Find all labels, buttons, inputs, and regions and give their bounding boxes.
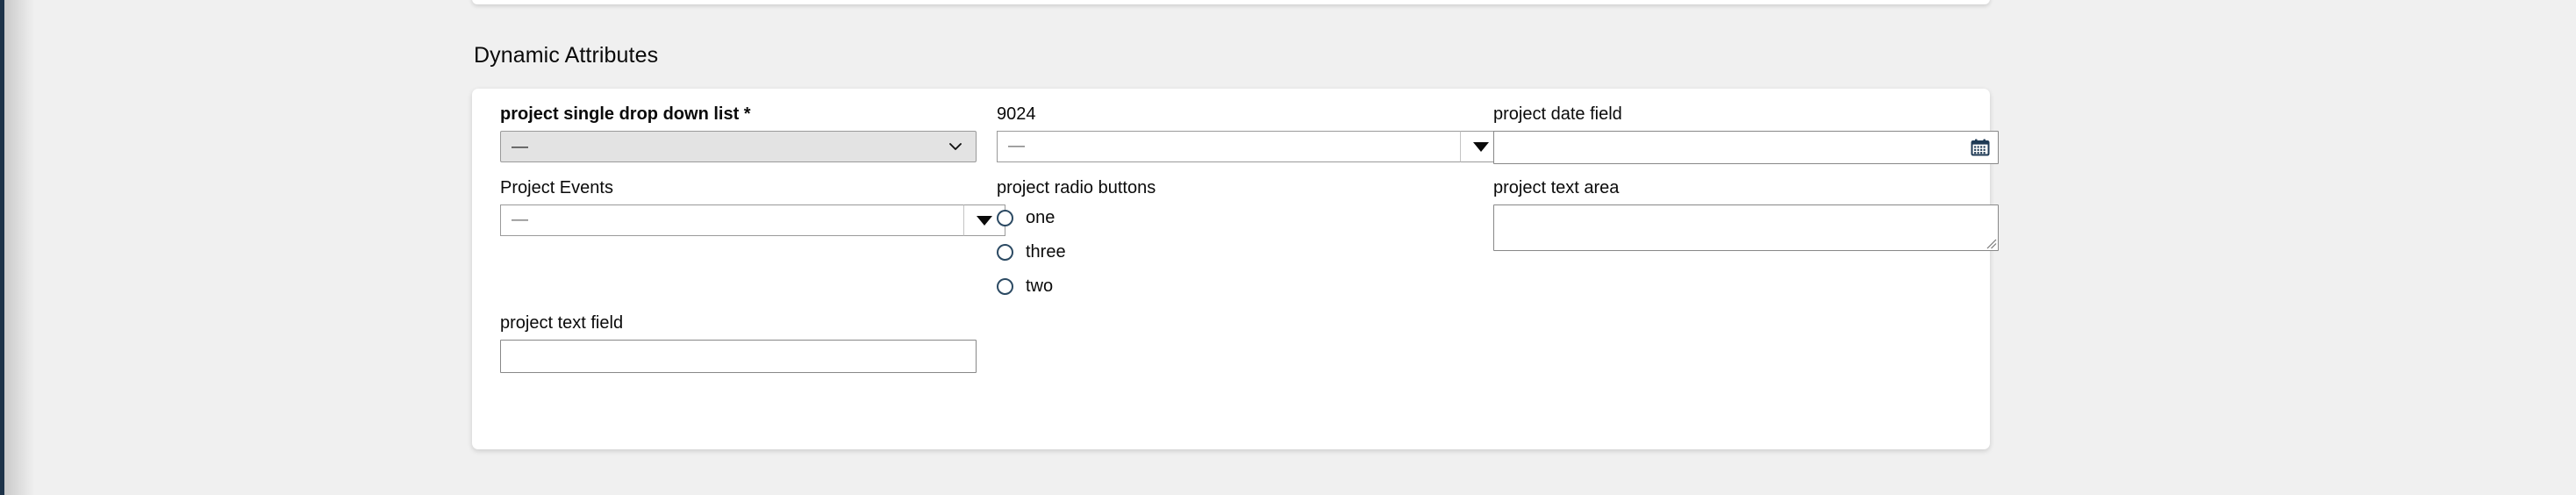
label-9024: 9024: [997, 104, 1036, 124]
combobox-project-events[interactable]: —: [500, 204, 1005, 236]
text-input-project-text-field[interactable]: [500, 340, 977, 373]
label-project-radio-buttons: project radio buttons: [997, 178, 1156, 197]
chevron-down-icon: [948, 139, 963, 154]
combobox-input-project-events[interactable]: —: [500, 204, 963, 236]
label-project-text-field: project text field: [500, 313, 624, 333]
select-value-project-single-drop-down-list: —: [512, 137, 528, 156]
field-project-events: Project Events —: [486, 176, 1005, 298]
radio-option-two[interactable]: two: [997, 275, 1465, 298]
combobox-input-9024[interactable]: —: [997, 131, 1460, 162]
radio-icon: [997, 277, 1013, 295]
textarea-wrapper-project-text-area: [1493, 204, 1999, 251]
field-9024: 9024 —: [983, 103, 1502, 164]
field-project-text-area: project text area: [1479, 176, 1999, 298]
field-project-text-field: project text field: [486, 312, 983, 373]
radio-group-project-radio-buttons: one three two: [997, 204, 1465, 298]
radio-option-three[interactable]: three: [997, 240, 1465, 263]
label-project-text-area: project text area: [1493, 178, 1620, 197]
field-project-date-field: project date field: [1479, 103, 1999, 164]
grid-spacer-cell: [983, 312, 1479, 373]
radio-label-one: one: [1026, 208, 1055, 227]
page-title: Dynamic Attributes: [474, 43, 659, 68]
app-left-rail: [0, 0, 4, 495]
field-project-single-drop-down-list: project single drop down list * —: [486, 103, 983, 164]
label-project-single-drop-down-list: project single drop down list *: [500, 104, 751, 124]
textarea-project-text-area[interactable]: [1493, 204, 1999, 251]
resize-grip-icon[interactable]: [1986, 238, 1998, 250]
grid-spacer-cell: [1479, 312, 1976, 373]
field-project-radio-buttons: project radio buttons one three two: [983, 176, 1479, 298]
radio-label-two: two: [1026, 276, 1054, 296]
app-left-rail-shadow: [4, 0, 34, 495]
dynamic-attributes-form-grid: project single drop down list * — 9024 —: [486, 103, 1999, 385]
panel-above-card: [472, 0, 1990, 4]
radio-icon: [997, 209, 1013, 226]
label-project-date-field: project date field: [1493, 104, 1622, 124]
calendar-icon[interactable]: [1971, 138, 1990, 157]
radio-label-three: three: [1026, 242, 1066, 262]
radio-icon: [997, 243, 1013, 261]
date-field-wrapper-project-date-field: [1493, 131, 1999, 164]
date-input-project-date-field[interactable]: [1493, 131, 1999, 164]
dynamic-attributes-card: project single drop down list * — 9024 —: [472, 89, 1999, 449]
radio-option-one[interactable]: one: [997, 206, 1465, 229]
label-project-events: Project Events: [500, 178, 613, 197]
select-project-single-drop-down-list[interactable]: —: [500, 131, 977, 162]
combobox-9024[interactable]: —: [997, 131, 1502, 162]
